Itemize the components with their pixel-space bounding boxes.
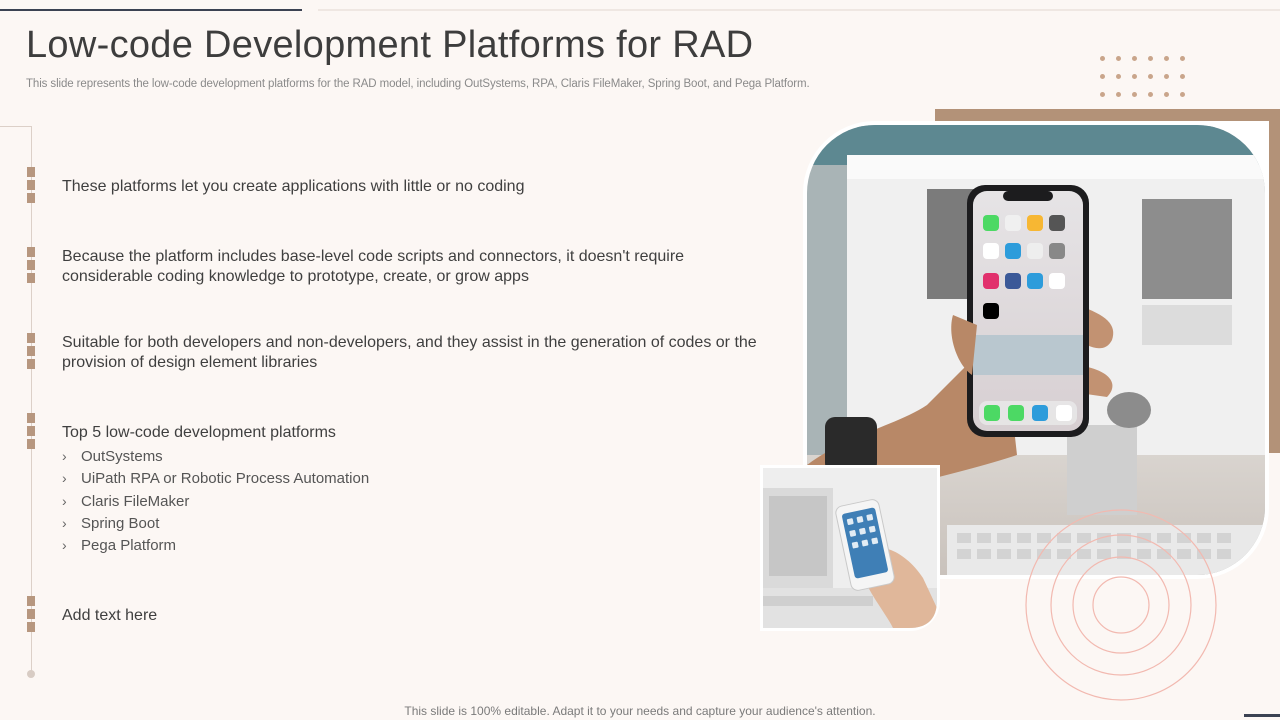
point-no-coding: These platforms let you create applicati… bbox=[62, 178, 525, 195]
decorative-dot-grid bbox=[1100, 56, 1192, 104]
list-item-label: Spring Boot bbox=[81, 514, 160, 532]
timeline-marker bbox=[27, 167, 35, 203]
decorative-dot bbox=[1132, 92, 1137, 97]
decorative-dot bbox=[1180, 74, 1185, 79]
hand-holding-phone-laptop-photo bbox=[763, 468, 937, 628]
decorative-dot bbox=[1164, 74, 1169, 79]
decorative-dot bbox=[1132, 74, 1137, 79]
list-item-label: OutSystems bbox=[81, 448, 163, 465]
slide-footer: This slide is 100% editable. Adapt it to… bbox=[404, 704, 876, 718]
decorative-dot bbox=[1180, 56, 1185, 61]
list-item-spring-boot: › Spring Boot bbox=[62, 513, 369, 535]
top-accent-line bbox=[0, 9, 302, 11]
decorative-rings bbox=[1025, 509, 1217, 701]
chevron-right-icon: › bbox=[62, 537, 67, 554]
decorative-dot bbox=[1100, 92, 1105, 97]
decorative-dot bbox=[1100, 56, 1105, 61]
platform-list: › OutSystems › UiPath RPA or Robotic Proce… bbox=[62, 446, 369, 557]
point-base-level-scripts: Because the platform includes base-level… bbox=[62, 248, 685, 285]
timeline-top-line bbox=[0, 126, 32, 127]
point-top-5-platforms: Top 5 low-code development platforms bbox=[62, 424, 336, 441]
top-divider-line bbox=[318, 9, 1280, 11]
decorative-dot bbox=[1180, 92, 1185, 97]
timeline-line bbox=[31, 126, 32, 674]
bottom-accent-line bbox=[1244, 714, 1280, 717]
decorative-dot bbox=[1148, 92, 1153, 97]
decorative-dot bbox=[1132, 56, 1137, 61]
chevron-right-icon: › bbox=[62, 492, 67, 509]
list-item-outsystems: › OutSystems bbox=[62, 446, 369, 468]
decorative-dot bbox=[1100, 74, 1105, 79]
list-item-label: Pega Platform bbox=[81, 537, 177, 555]
list-item-label: UiPath RPA or Robotic Process Automation bbox=[81, 470, 370, 488]
list-item-pega-platform: › Pega Platform bbox=[62, 535, 369, 557]
point-developers-non-developers: Suitable for both developers and non-dev… bbox=[62, 334, 757, 371]
decorative-dot bbox=[1148, 74, 1153, 79]
chevron-right-icon: › bbox=[62, 448, 67, 464]
timeline-marker bbox=[27, 413, 35, 449]
timeline-marker bbox=[27, 596, 35, 632]
slide-title: Low-code Development Platforms for RAD bbox=[26, 24, 754, 66]
decorative-dot bbox=[1116, 92, 1121, 97]
timeline-marker bbox=[27, 333, 35, 369]
decorative-dot bbox=[1164, 92, 1169, 97]
list-item-uipath: › UiPath RPA or Robotic Process Automatio… bbox=[62, 468, 369, 490]
decorative-dot bbox=[1164, 56, 1169, 61]
timeline-marker bbox=[27, 247, 35, 283]
chevron-right-icon: › bbox=[62, 514, 67, 531]
chevron-right-icon: › bbox=[62, 470, 67, 487]
timeline-end-dot bbox=[27, 670, 35, 678]
decorative-dot bbox=[1116, 74, 1121, 79]
decorative-dot bbox=[1116, 56, 1121, 61]
secondary-photo-frame bbox=[760, 465, 940, 631]
list-item-label: Claris FileMaker bbox=[81, 492, 190, 510]
point-add-text: Add text here bbox=[62, 607, 158, 624]
list-item-claris-filemaker: › Claris FileMaker bbox=[62, 491, 369, 513]
slide-subtitle: This slide represents the low-code devel… bbox=[26, 78, 810, 90]
decorative-dot bbox=[1148, 56, 1153, 61]
